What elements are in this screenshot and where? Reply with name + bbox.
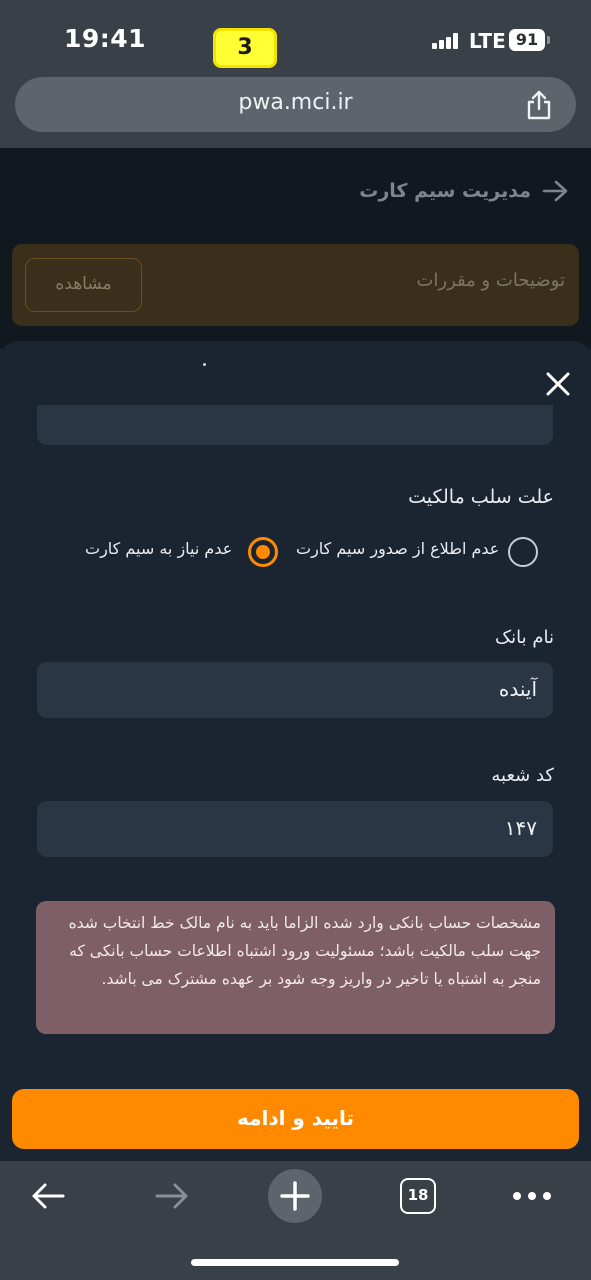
step-badge: 3 (213, 28, 277, 68)
tabs-button[interactable]: 18 (400, 1178, 436, 1214)
browser-bottom-bar: 18 (0, 1161, 591, 1280)
status-time: 19:41 (64, 24, 147, 53)
terms-notice: توضیحات و مقررات مشاهده (12, 244, 579, 326)
bank-name-field[interactable]: آینده (37, 662, 553, 718)
page-title: مدیریت سیم کارت (359, 180, 531, 202)
sheet-dot (203, 363, 206, 366)
page-header: مدیریت سیم کارت (359, 176, 569, 206)
bank-label: نام بانک (495, 627, 554, 648)
browser-top-bar: 19:41 3 LTE 91 pwa.mci.ir (0, 0, 591, 148)
back-arrow-icon[interactable] (541, 180, 569, 202)
plus-icon (280, 1181, 310, 1211)
radio-unaware-label[interactable]: عدم اطلاع از صدور سیم کارت (296, 539, 499, 558)
radio-unaware[interactable] (508, 537, 538, 567)
ownership-warning: مشخصات حساب بانکی وارد شده الزاما باید ب… (36, 901, 555, 1034)
view-terms-button[interactable]: مشاهده (25, 258, 142, 312)
radio-not-needed[interactable] (248, 537, 278, 567)
battery-tip (547, 36, 550, 44)
confirm-continue-button[interactable]: تایید و ادامه (12, 1089, 579, 1149)
close-icon[interactable] (543, 369, 573, 399)
address-bar[interactable]: pwa.mci.ir (15, 77, 576, 132)
back-icon[interactable] (30, 1181, 66, 1211)
new-tab-button[interactable] (268, 1169, 322, 1223)
home-indicator (191, 1259, 399, 1266)
url-text: pwa.mci.ir (238, 90, 353, 115)
network-type: LTE (469, 29, 506, 53)
more-icon[interactable] (512, 1191, 552, 1201)
battery-icon: 91 (509, 29, 545, 51)
previous-field[interactable] (37, 405, 553, 445)
bottom-sheet: علت سلب مالکیت عدم اطلاع از صدور سیم کار… (0, 341, 591, 1161)
branch-code-value: ۱۴۷ (504, 816, 537, 840)
branch-code-field[interactable]: ۱۴۷ (37, 801, 553, 857)
page-background: مدیریت سیم کارت توضیحات و مقررات مشاهده (0, 148, 591, 348)
signal-icon (432, 33, 464, 49)
forward-icon[interactable] (154, 1181, 190, 1211)
terms-label: توضیحات و مقررات (416, 270, 565, 291)
reason-label: علت سلب مالکیت (408, 486, 554, 508)
share-icon[interactable] (524, 89, 554, 121)
bank-name-value: آینده (498, 677, 537, 701)
branch-label: کد شعبه (491, 765, 554, 786)
radio-not-needed-label[interactable]: عدم نیاز به سیم کارت (85, 539, 232, 558)
status-bar: 19:41 3 LTE 91 (0, 0, 591, 72)
